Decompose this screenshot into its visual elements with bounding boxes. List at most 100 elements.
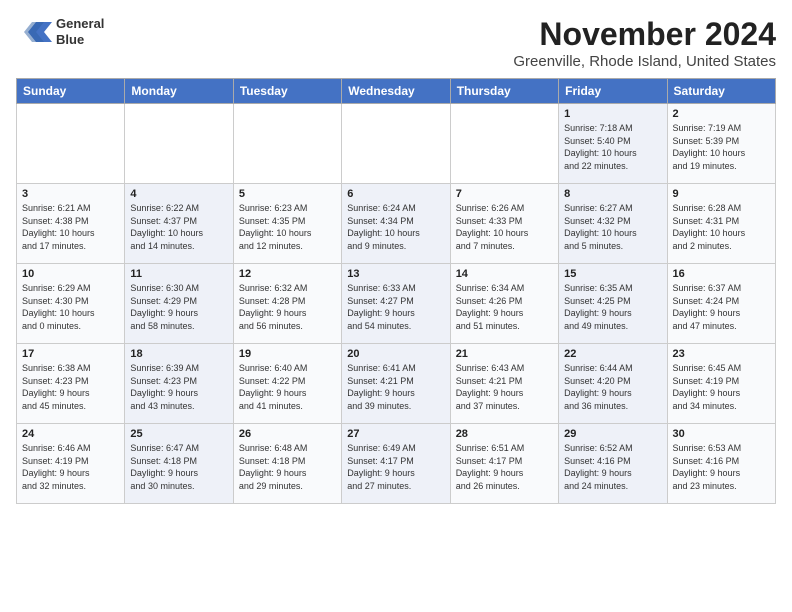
day-number: 19 bbox=[239, 348, 336, 360]
day-cell bbox=[17, 104, 125, 184]
day-number: 3 bbox=[22, 188, 119, 200]
day-number: 2 bbox=[673, 108, 770, 120]
logo-text: General Blue bbox=[56, 16, 104, 47]
day-number: 11 bbox=[130, 268, 227, 280]
day-number: 6 bbox=[347, 188, 444, 200]
day-info: Sunrise: 6:48 AM Sunset: 4:18 PM Dayligh… bbox=[239, 442, 336, 492]
day-cell: 22 Sunrise: 6:44 AM Sunset: 4:20 PM Dayli… bbox=[559, 344, 667, 424]
day-number: 12 bbox=[239, 268, 336, 280]
day-number: 8 bbox=[564, 188, 661, 200]
day-cell: 20 Sunrise: 6:41 AM Sunset: 4:21 PM Dayli… bbox=[342, 344, 450, 424]
day-cell bbox=[125, 104, 233, 184]
day-number: 22 bbox=[564, 348, 661, 360]
day-number: 21 bbox=[456, 348, 553, 360]
day-cell: 28 Sunrise: 6:51 AM Sunset: 4:17 PM Dayli… bbox=[450, 424, 558, 504]
header: General Blue November 2024 Greenville, R… bbox=[16, 16, 776, 70]
day-cell: 2 Sunrise: 7:19 AM Sunset: 5:39 PM Daylig… bbox=[667, 104, 775, 184]
day-number: 20 bbox=[347, 348, 444, 360]
day-info: Sunrise: 6:40 AM Sunset: 4:22 PM Dayligh… bbox=[239, 362, 336, 412]
week-row-1: 1Sunrise: 7:18 AM Sunset: 5:40 PM Daylig… bbox=[17, 104, 776, 184]
day-info: Sunrise: 6:53 AM Sunset: 4:16 PM Dayligh… bbox=[673, 442, 770, 492]
day-info: Sunrise: 6:35 AM Sunset: 4:25 PM Dayligh… bbox=[564, 282, 661, 332]
day-number: 10 bbox=[22, 268, 119, 280]
day-header-saturday: Saturday bbox=[667, 79, 775, 104]
day-cell bbox=[342, 104, 450, 184]
day-info: Sunrise: 6:46 AM Sunset: 4:19 PM Dayligh… bbox=[22, 442, 119, 492]
day-number: 17 bbox=[22, 348, 119, 360]
day-cell: 6 Sunrise: 6:24 AM Sunset: 4:34 PM Daylig… bbox=[342, 184, 450, 264]
week-row-2: 3Sunrise: 6:21 AM Sunset: 4:38 PM Daylig… bbox=[17, 184, 776, 264]
day-cell: 9Sunrise: 6:28 AM Sunset: 4:31 PM Daylig… bbox=[667, 184, 775, 264]
day-number: 15 bbox=[564, 268, 661, 280]
day-info: Sunrise: 6:32 AM Sunset: 4:28 PM Dayligh… bbox=[239, 282, 336, 332]
day-cell: 30 Sunrise: 6:53 AM Sunset: 4:16 PM Dayli… bbox=[667, 424, 775, 504]
day-number: 9 bbox=[673, 188, 770, 200]
day-info: Sunrise: 6:34 AM Sunset: 4:26 PM Dayligh… bbox=[456, 282, 553, 332]
day-info: Sunrise: 6:45 AM Sunset: 4:19 PM Dayligh… bbox=[673, 362, 770, 412]
day-cell: 8 Sunrise: 6:27 AM Sunset: 4:32 PM Daylig… bbox=[559, 184, 667, 264]
day-cell: 3Sunrise: 6:21 AM Sunset: 4:38 PM Daylig… bbox=[17, 184, 125, 264]
day-info: Sunrise: 6:49 AM Sunset: 4:17 PM Dayligh… bbox=[347, 442, 444, 492]
day-info: Sunrise: 6:27 AM Sunset: 4:32 PM Dayligh… bbox=[564, 202, 661, 252]
day-header-wednesday: Wednesday bbox=[342, 79, 450, 104]
day-info: Sunrise: 6:37 AM Sunset: 4:24 PM Dayligh… bbox=[673, 282, 770, 332]
day-info: Sunrise: 7:19 AM Sunset: 5:39 PM Dayligh… bbox=[673, 122, 770, 172]
day-number: 18 bbox=[130, 348, 227, 360]
day-cell: 19 Sunrise: 6:40 AM Sunset: 4:22 PM Dayli… bbox=[233, 344, 341, 424]
day-number: 30 bbox=[673, 428, 770, 440]
week-row-4: 17 Sunrise: 6:38 AM Sunset: 4:23 PM Dayli… bbox=[17, 344, 776, 424]
day-info: Sunrise: 6:29 AM Sunset: 4:30 PM Dayligh… bbox=[22, 282, 119, 332]
day-cell: 4Sunrise: 6:22 AM Sunset: 4:37 PM Daylig… bbox=[125, 184, 233, 264]
day-info: Sunrise: 6:38 AM Sunset: 4:23 PM Dayligh… bbox=[22, 362, 119, 412]
day-info: Sunrise: 6:39 AM Sunset: 4:23 PM Dayligh… bbox=[130, 362, 227, 412]
day-cell bbox=[233, 104, 341, 184]
week-row-3: 10 Sunrise: 6:29 AM Sunset: 4:30 PM Dayli… bbox=[17, 264, 776, 344]
day-header-tuesday: Tuesday bbox=[233, 79, 341, 104]
day-info: Sunrise: 6:26 AM Sunset: 4:33 PM Dayligh… bbox=[456, 202, 553, 252]
day-info: Sunrise: 6:43 AM Sunset: 4:21 PM Dayligh… bbox=[456, 362, 553, 412]
day-cell: 23Sunrise: 6:45 AM Sunset: 4:19 PM Dayli… bbox=[667, 344, 775, 424]
day-cell: 13 Sunrise: 6:33 AM Sunset: 4:27 PM Dayli… bbox=[342, 264, 450, 344]
day-info: Sunrise: 6:47 AM Sunset: 4:18 PM Dayligh… bbox=[130, 442, 227, 492]
day-number: 28 bbox=[456, 428, 553, 440]
logo: General Blue bbox=[16, 16, 104, 47]
day-header-friday: Friday bbox=[559, 79, 667, 104]
day-info: Sunrise: 6:44 AM Sunset: 4:20 PM Dayligh… bbox=[564, 362, 661, 412]
day-cell: 11 Sunrise: 6:30 AM Sunset: 4:29 PM Dayli… bbox=[125, 264, 233, 344]
day-header-sunday: Sunday bbox=[17, 79, 125, 104]
day-number: 24 bbox=[22, 428, 119, 440]
day-cell: 29 Sunrise: 6:52 AM Sunset: 4:16 PM Dayli… bbox=[559, 424, 667, 504]
day-number: 7 bbox=[456, 188, 553, 200]
day-number: 14 bbox=[456, 268, 553, 280]
day-number: 4 bbox=[130, 188, 227, 200]
day-cell: 27Sunrise: 6:49 AM Sunset: 4:17 PM Dayli… bbox=[342, 424, 450, 504]
day-info: Sunrise: 6:24 AM Sunset: 4:34 PM Dayligh… bbox=[347, 202, 444, 252]
day-number: 13 bbox=[347, 268, 444, 280]
day-info: Sunrise: 6:33 AM Sunset: 4:27 PM Dayligh… bbox=[347, 282, 444, 332]
day-info: Sunrise: 6:41 AM Sunset: 4:21 PM Dayligh… bbox=[347, 362, 444, 412]
logo-icon bbox=[16, 18, 52, 46]
day-number: 5 bbox=[239, 188, 336, 200]
day-cell: 24 Sunrise: 6:46 AM Sunset: 4:19 PM Dayli… bbox=[17, 424, 125, 504]
header-row: SundayMondayTuesdayWednesdayThursdayFrid… bbox=[17, 79, 776, 104]
day-cell: 1Sunrise: 7:18 AM Sunset: 5:40 PM Daylig… bbox=[559, 104, 667, 184]
calendar: SundayMondayTuesdayWednesdayThursdayFrid… bbox=[16, 78, 776, 504]
day-cell: 15 Sunrise: 6:35 AM Sunset: 4:25 PM Dayli… bbox=[559, 264, 667, 344]
day-info: Sunrise: 6:52 AM Sunset: 4:16 PM Dayligh… bbox=[564, 442, 661, 492]
day-info: Sunrise: 6:51 AM Sunset: 4:17 PM Dayligh… bbox=[456, 442, 553, 492]
day-cell: 12 Sunrise: 6:32 AM Sunset: 4:28 PM Dayli… bbox=[233, 264, 341, 344]
location: Greenville, Rhode Island, United States bbox=[513, 53, 776, 70]
week-row-5: 24 Sunrise: 6:46 AM Sunset: 4:19 PM Dayli… bbox=[17, 424, 776, 504]
day-number: 29 bbox=[564, 428, 661, 440]
month-title: November 2024 bbox=[513, 16, 776, 53]
day-info: Sunrise: 6:30 AM Sunset: 4:29 PM Dayligh… bbox=[130, 282, 227, 332]
day-cell: 18 Sunrise: 6:39 AM Sunset: 4:23 PM Dayli… bbox=[125, 344, 233, 424]
day-number: 25 bbox=[130, 428, 227, 440]
day-header-thursday: Thursday bbox=[450, 79, 558, 104]
day-cell: 21 Sunrise: 6:43 AM Sunset: 4:21 PM Dayli… bbox=[450, 344, 558, 424]
title-area: November 2024 Greenville, Rhode Island, … bbox=[513, 16, 776, 70]
day-header-monday: Monday bbox=[125, 79, 233, 104]
day-cell: 14 Sunrise: 6:34 AM Sunset: 4:26 PM Dayli… bbox=[450, 264, 558, 344]
day-cell: 17 Sunrise: 6:38 AM Sunset: 4:23 PM Dayli… bbox=[17, 344, 125, 424]
day-info: Sunrise: 7:18 AM Sunset: 5:40 PM Dayligh… bbox=[564, 122, 661, 172]
